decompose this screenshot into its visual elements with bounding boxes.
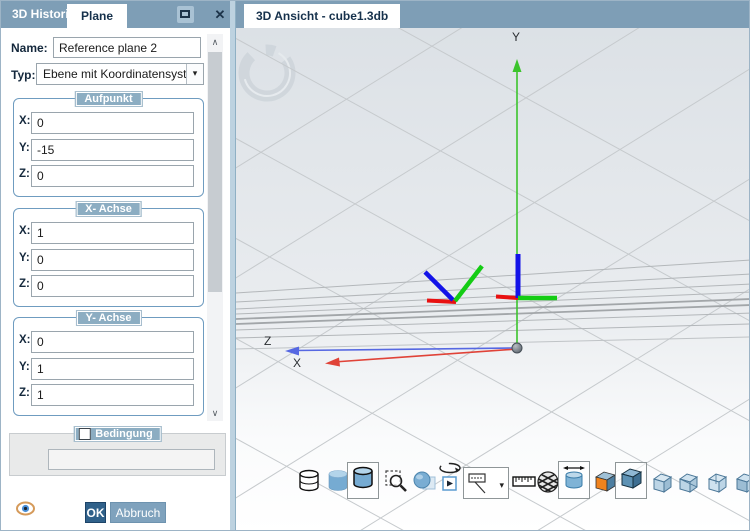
- group-y-achse-title: Y- Achse: [75, 310, 142, 326]
- shaded-edges-cylinder-button[interactable]: [347, 462, 379, 499]
- 3d-viewport-panel: 3D Ansicht - cube1.3db Y Z X ▾: [236, 1, 750, 531]
- cancel-button[interactable]: Abbruch: [110, 502, 166, 523]
- aufpunkt-y-input[interactable]: [31, 139, 194, 161]
- aufpunkt-z-input[interactable]: [31, 165, 194, 187]
- rotate-animation-icon: [439, 462, 461, 491]
- x-label: X:: [19, 115, 31, 127]
- maximize-icon: [180, 10, 190, 18]
- wireframe-cylinder-icon: [299, 469, 319, 492]
- ok-button[interactable]: OK: [85, 502, 106, 523]
- y-achse-row-x: X:: [14, 331, 203, 353]
- measure-cylinder-button[interactable]: [558, 461, 590, 499]
- solid-cube-icon: [620, 468, 643, 489]
- zoom-window-icon: [385, 470, 407, 492]
- y-achse-z-input[interactable]: [31, 384, 194, 406]
- z-axis-label: Z: [264, 334, 271, 348]
- condition-group: Bedingung: [9, 426, 226, 476]
- z-label: Z:: [19, 168, 30, 180]
- x-achse-row-z: Z:: [14, 275, 203, 297]
- x-achse-row-x: X:: [14, 222, 203, 244]
- cube-variant-4-icon: [735, 473, 749, 493]
- y-achse-row-y: Y:: [14, 358, 203, 380]
- chevron-down-icon[interactable]: ▾: [499, 480, 504, 491]
- aufpunkt-row-y: Y:: [14, 139, 203, 161]
- group-x-achse-title: X- Achse: [75, 201, 142, 217]
- chevron-down-icon[interactable]: ▾: [186, 64, 203, 84]
- scroll-thumb[interactable]: [208, 52, 222, 292]
- cube-variant-1-button[interactable]: [651, 471, 674, 499]
- condition-input[interactable]: [48, 449, 215, 470]
- x-achse-z-input[interactable]: [31, 275, 194, 297]
- 3d-scene[interactable]: Y Z X: [236, 28, 750, 531]
- application-window: 3D Historie Plane ✕ Name: Typ: Ebene mit…: [0, 0, 750, 531]
- x-achse-y-input[interactable]: [31, 249, 194, 271]
- plane-form: Name: Typ: Ebene mit Koordinatensystem ▾…: [1, 28, 230, 530]
- form-scrollbar[interactable]: ∧ ∨: [207, 34, 223, 421]
- z-label: Z:: [19, 278, 30, 290]
- cube-variant-1-icon: [652, 473, 673, 493]
- type-label: Typ:: [11, 68, 36, 82]
- shaded-sphere-plane-button[interactable]: [412, 468, 438, 499]
- tab-plane[interactable]: Plane: [67, 4, 128, 28]
- group-y-achse: Y- Achse X: Y: Z:: [13, 310, 204, 416]
- zoom-window-button[interactable]: [383, 468, 409, 499]
- group-x-achse: X- Achse X: Y: Z:: [13, 201, 204, 307]
- y-achse-row-z: Z:: [14, 384, 203, 406]
- cube-variant-2-button[interactable]: [677, 471, 700, 499]
- condition-header: Bedingung: [73, 426, 162, 442]
- dimension-label-icon: [468, 473, 486, 494]
- y-achse-y-input[interactable]: [31, 358, 194, 380]
- z-label: Z:: [19, 387, 30, 399]
- x-achse-row-y: Y:: [14, 249, 203, 271]
- maximize-button[interactable]: [177, 6, 194, 23]
- aufpunkt-row-x: X:: [14, 112, 203, 134]
- cube-variant-3-icon: [707, 473, 728, 493]
- x-achse-x-input[interactable]: [31, 222, 194, 244]
- aufpunkt-row-z: Z:: [14, 165, 203, 187]
- y-label: Y:: [19, 252, 30, 264]
- y-achse-x-input[interactable]: [31, 331, 194, 353]
- type-value: Ebene mit Koordinatensystem: [43, 67, 204, 81]
- ruler-icon: [512, 476, 536, 487]
- cube-variant-4-button[interactable]: [734, 471, 749, 499]
- group-aufpunkt: Aufpunkt X: Y: Z:: [13, 91, 204, 197]
- viewport-tabbar: 3D Ansicht - cube1.3db: [236, 1, 749, 28]
- origin-sphere: [511, 342, 523, 354]
- scroll-up-icon[interactable]: ∧: [207, 34, 223, 50]
- x-label: X:: [19, 334, 31, 346]
- name-label: Name:: [11, 41, 48, 55]
- scroll-down-icon[interactable]: ∨: [207, 405, 223, 421]
- rotate-animation-button[interactable]: [438, 462, 462, 499]
- solid-cube-button[interactable]: [615, 462, 647, 499]
- y-label: Y:: [19, 361, 30, 373]
- group-aufpunkt-title: Aufpunkt: [74, 91, 143, 107]
- cube-variant-3-button[interactable]: [706, 471, 729, 499]
- left-tabbar: 3D Historie Plane ✕: [1, 1, 230, 28]
- y-axis-label: Y: [512, 30, 520, 44]
- wireframe-cylinder-button[interactable]: [296, 468, 322, 499]
- close-button[interactable]: ✕: [211, 6, 229, 23]
- shaded-sphere-plane-icon: [413, 471, 436, 490]
- plane-properties-panel: 3D Historie Plane ✕ Name: Typ: Ebene mit…: [1, 1, 230, 530]
- eye-visibility-icon[interactable]: [16, 501, 35, 516]
- x-label: X:: [19, 225, 31, 237]
- tab-3d-ansicht[interactable]: 3D Ansicht - cube1.3db: [244, 4, 401, 28]
- ruler-button[interactable]: [512, 468, 536, 499]
- type-dropdown[interactable]: Ebene mit Koordinatensystem ▾: [36, 63, 204, 85]
- measure-cylinder-icon: [563, 466, 585, 489]
- y-label: Y:: [19, 142, 30, 154]
- aufpunkt-x-input[interactable]: [31, 112, 194, 134]
- shaded-edges-cylinder-icon: [353, 466, 373, 489]
- dimension-dropdown-button[interactable]: ▾: [463, 467, 509, 499]
- condition-checkbox[interactable]: [78, 428, 91, 440]
- x-axis-label: X: [293, 356, 301, 370]
- cube-variant-2-icon: [678, 473, 699, 493]
- name-input[interactable]: [53, 37, 201, 58]
- condition-label: Bedingung: [95, 428, 153, 440]
